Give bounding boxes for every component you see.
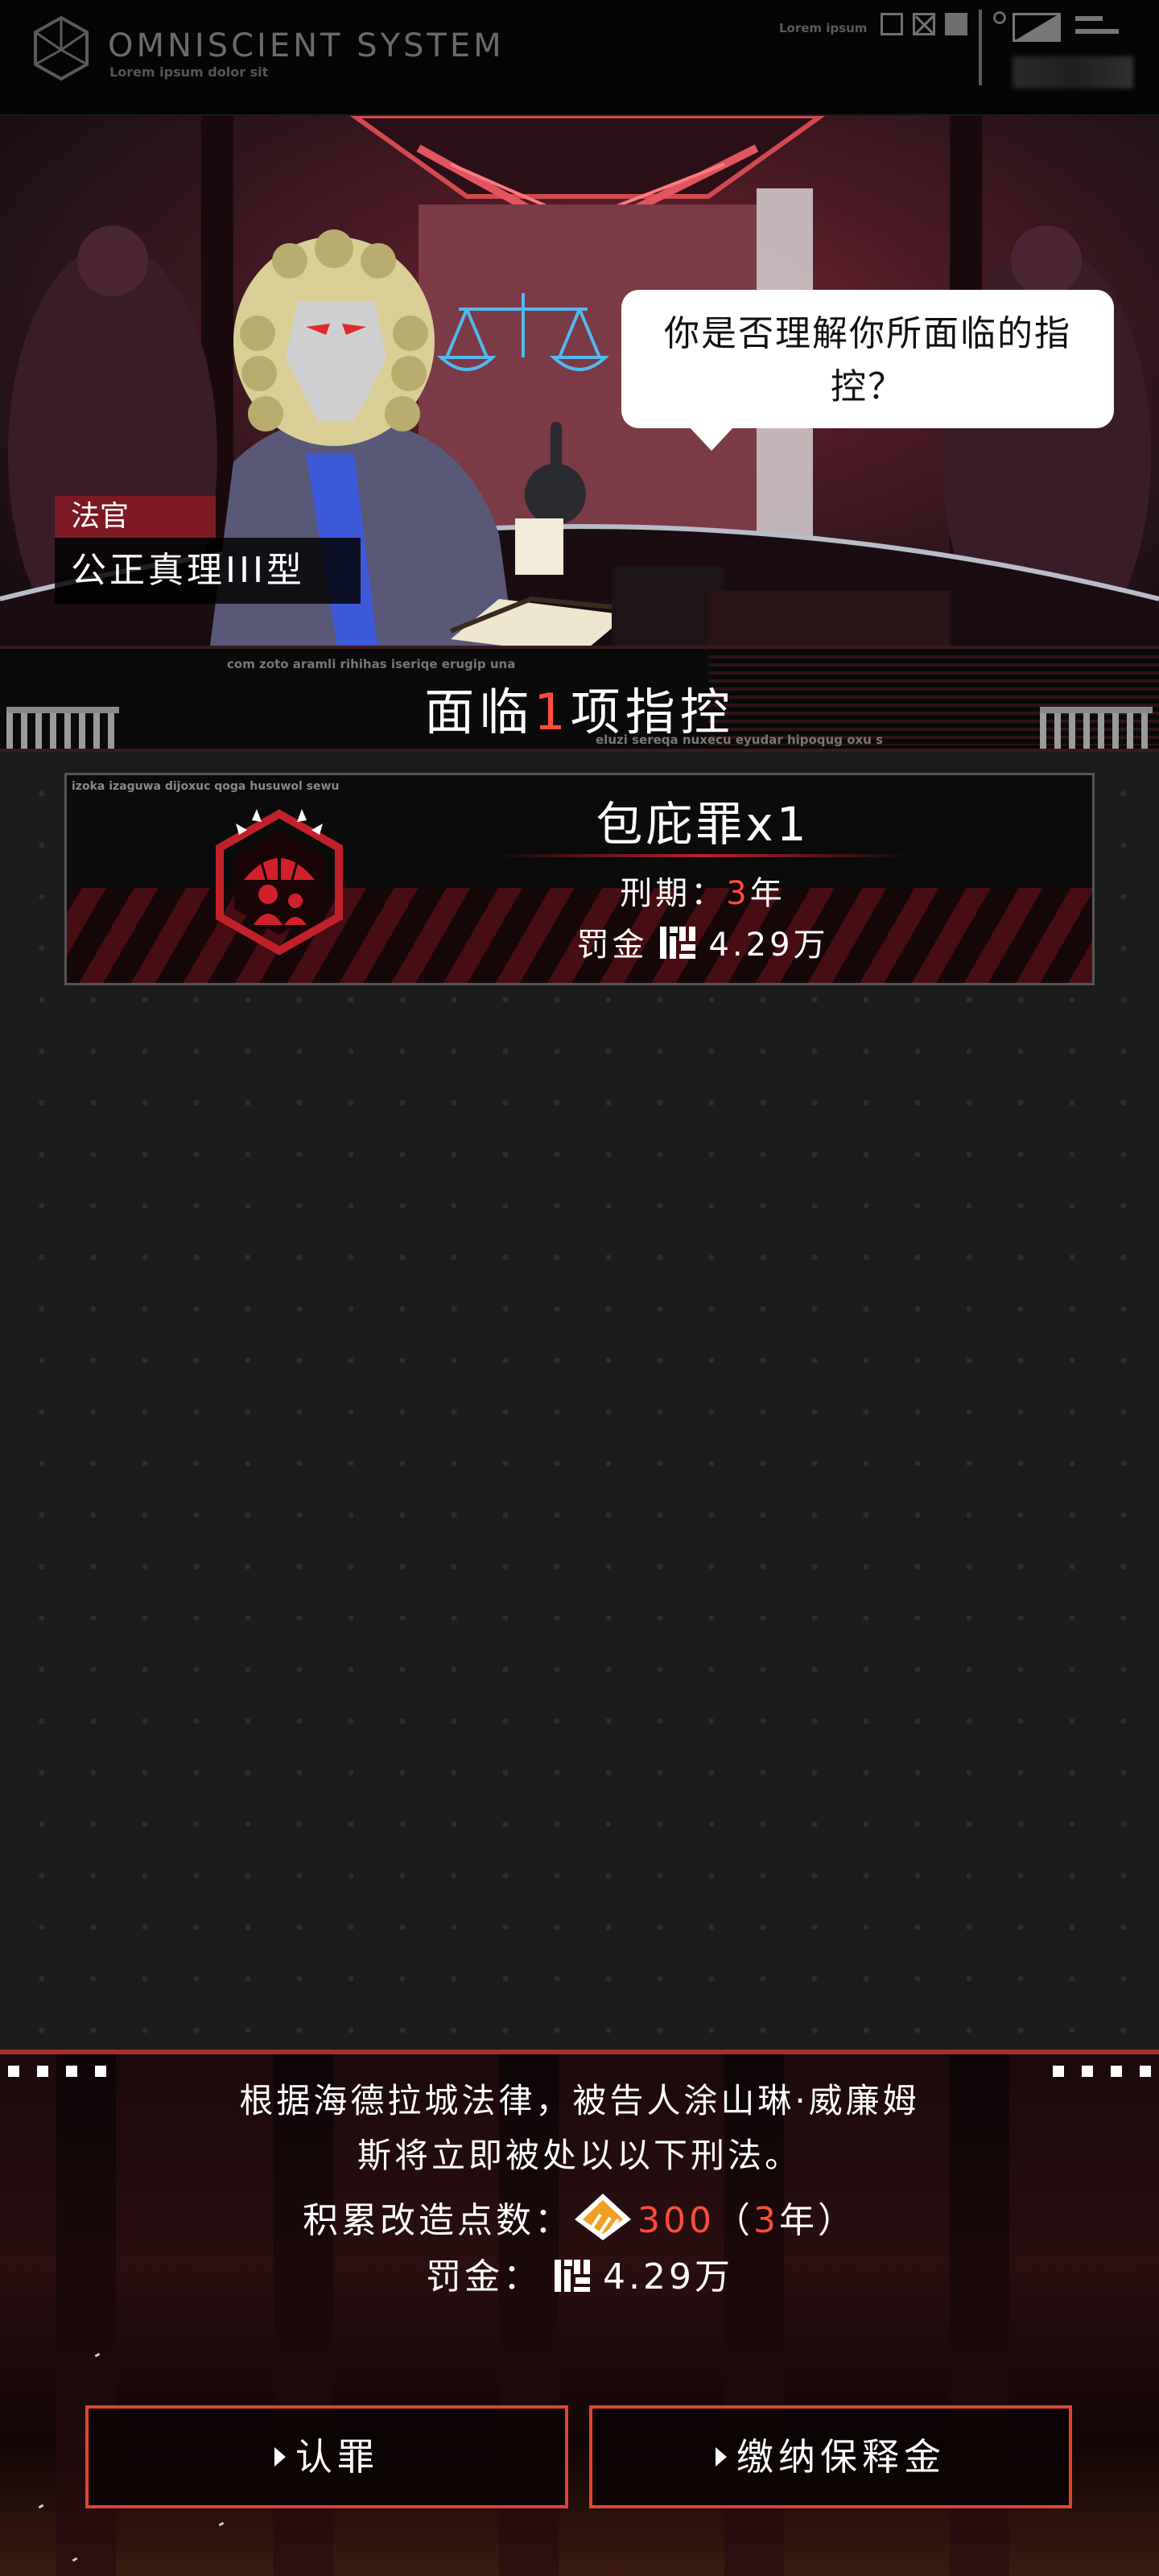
omniscient-logo-icon [34,15,89,81]
speech-line-1: 你是否理解你所面临的指 [664,313,1071,354]
crime-name: 包庇罪x1 [596,797,810,852]
decor-dots-left [8,2066,106,2077]
currency-icon [660,927,696,959]
verdict-panel: 根据海德拉城法律，被告人涂山琳·威廉姆 斯将立即被处以以下刑法。 积累改造点数：… [0,2050,1159,2576]
term-value: 3 [726,875,750,912]
sentence-term: 刑期：3年 [405,867,1000,914]
charge-card[interactable]: izoka izaguwa dijoxuc qoga husuwol sewu … [64,773,1095,985]
term-unit: 年 [749,875,786,912]
charges-title: 面临1项指控 [0,671,1159,744]
play-arrow-icon [274,2447,286,2467]
record-icon [993,11,1006,24]
fine-value: 4.29万 [708,927,829,964]
fine-amount: 罚金 4.29万 [405,919,1000,965]
verdict-line-2: 斯将立即被处以以下刑法。 [357,2136,802,2175]
brand-title: OMNISCIENT SYSTEM [108,27,505,64]
plead-guilty-button[interactable]: 认罪 [85,2405,568,2508]
judge-role-tag: 法官 [55,496,216,538]
speech-line-2: 控？ [831,366,905,407]
square-icon[interactable] [881,13,903,35]
shelter-umbrella-icon [216,809,343,956]
verdict-fine: 罚金： 4.29万 [0,2248,1159,2299]
reform-points: 积累改造点数： 300（3年） [0,2191,1159,2243]
menu-lines-icon [1075,16,1119,42]
top-status-bar: OMNISCIENT SYSTEM Lorem ipsum dolor sit … [0,0,1159,116]
term-label: 刑期： [620,875,727,912]
play-arrow-icon [716,2447,727,2467]
judge-name-plate: 公正真理III型 [55,538,361,604]
charges-header: com zoto aramli rihihas iseriqe erugip u… [0,646,1159,752]
verdict-fine-label: 罚金： [426,2256,542,2297]
points-label: 积累改造点数： [303,2200,573,2241]
band-caption-top: com zoto aramli rihihas iseriqe erugip u… [227,657,516,671]
points-years: 3 [753,2200,779,2241]
points-years-unit: 年） [778,2200,856,2241]
brand-subtitle: Lorem ipsum dolor sit [109,64,269,80]
card-caption: izoka izaguwa dijoxuc qoga husuwol sewu [72,780,340,793]
pay-bail-label: 缴纳保释金 [736,2435,946,2479]
verdict-statement: 根据海德拉城法律，被告人涂山琳·威廉姆 斯将立即被处以以下刑法。 [129,2074,1030,2183]
plead-guilty-label: 认罪 [295,2435,379,2479]
close-box-icon[interactable] [913,13,935,35]
verdict-fine-value: 4.29万 [603,2256,733,2297]
currency-icon [555,2260,591,2292]
charges-count: 1 [534,683,571,741]
filled-square-icon[interactable] [945,13,967,35]
points-paren: （ [714,2200,753,2241]
decor-dots-right [1053,2066,1151,2077]
judge-speech-bubble: 你是否理解你所面临的指 控？ [621,290,1114,451]
reform-points-icon [575,2194,631,2240]
fine-label: 罚金 [576,927,648,964]
status-label: Lorem ipsum [779,21,868,35]
status-indicators [993,10,1138,90]
status-divider [979,10,982,85]
band-caption-bottom: eluzi sereqa nuxecu eyudar hipoqug oxu s [596,733,883,747]
verdict-line-1: 根据海德拉城法律，被告人涂山琳·威廉姆 [239,2081,920,2120]
blurred-status [1013,56,1133,89]
charges-title-prefix: 面临 [424,683,534,741]
ember [218,2521,225,2527]
signal-triangle-icon [1013,13,1061,42]
ember [38,2504,44,2509]
pay-bail-button[interactable]: 缴纳保释金 [589,2405,1072,2508]
window-controls [881,13,967,35]
points-value: 300 [637,2200,715,2241]
card-divider [493,854,912,857]
charges-list-panel: izoka izaguwa dijoxuc qoga husuwol sewu … [0,752,1159,2050]
